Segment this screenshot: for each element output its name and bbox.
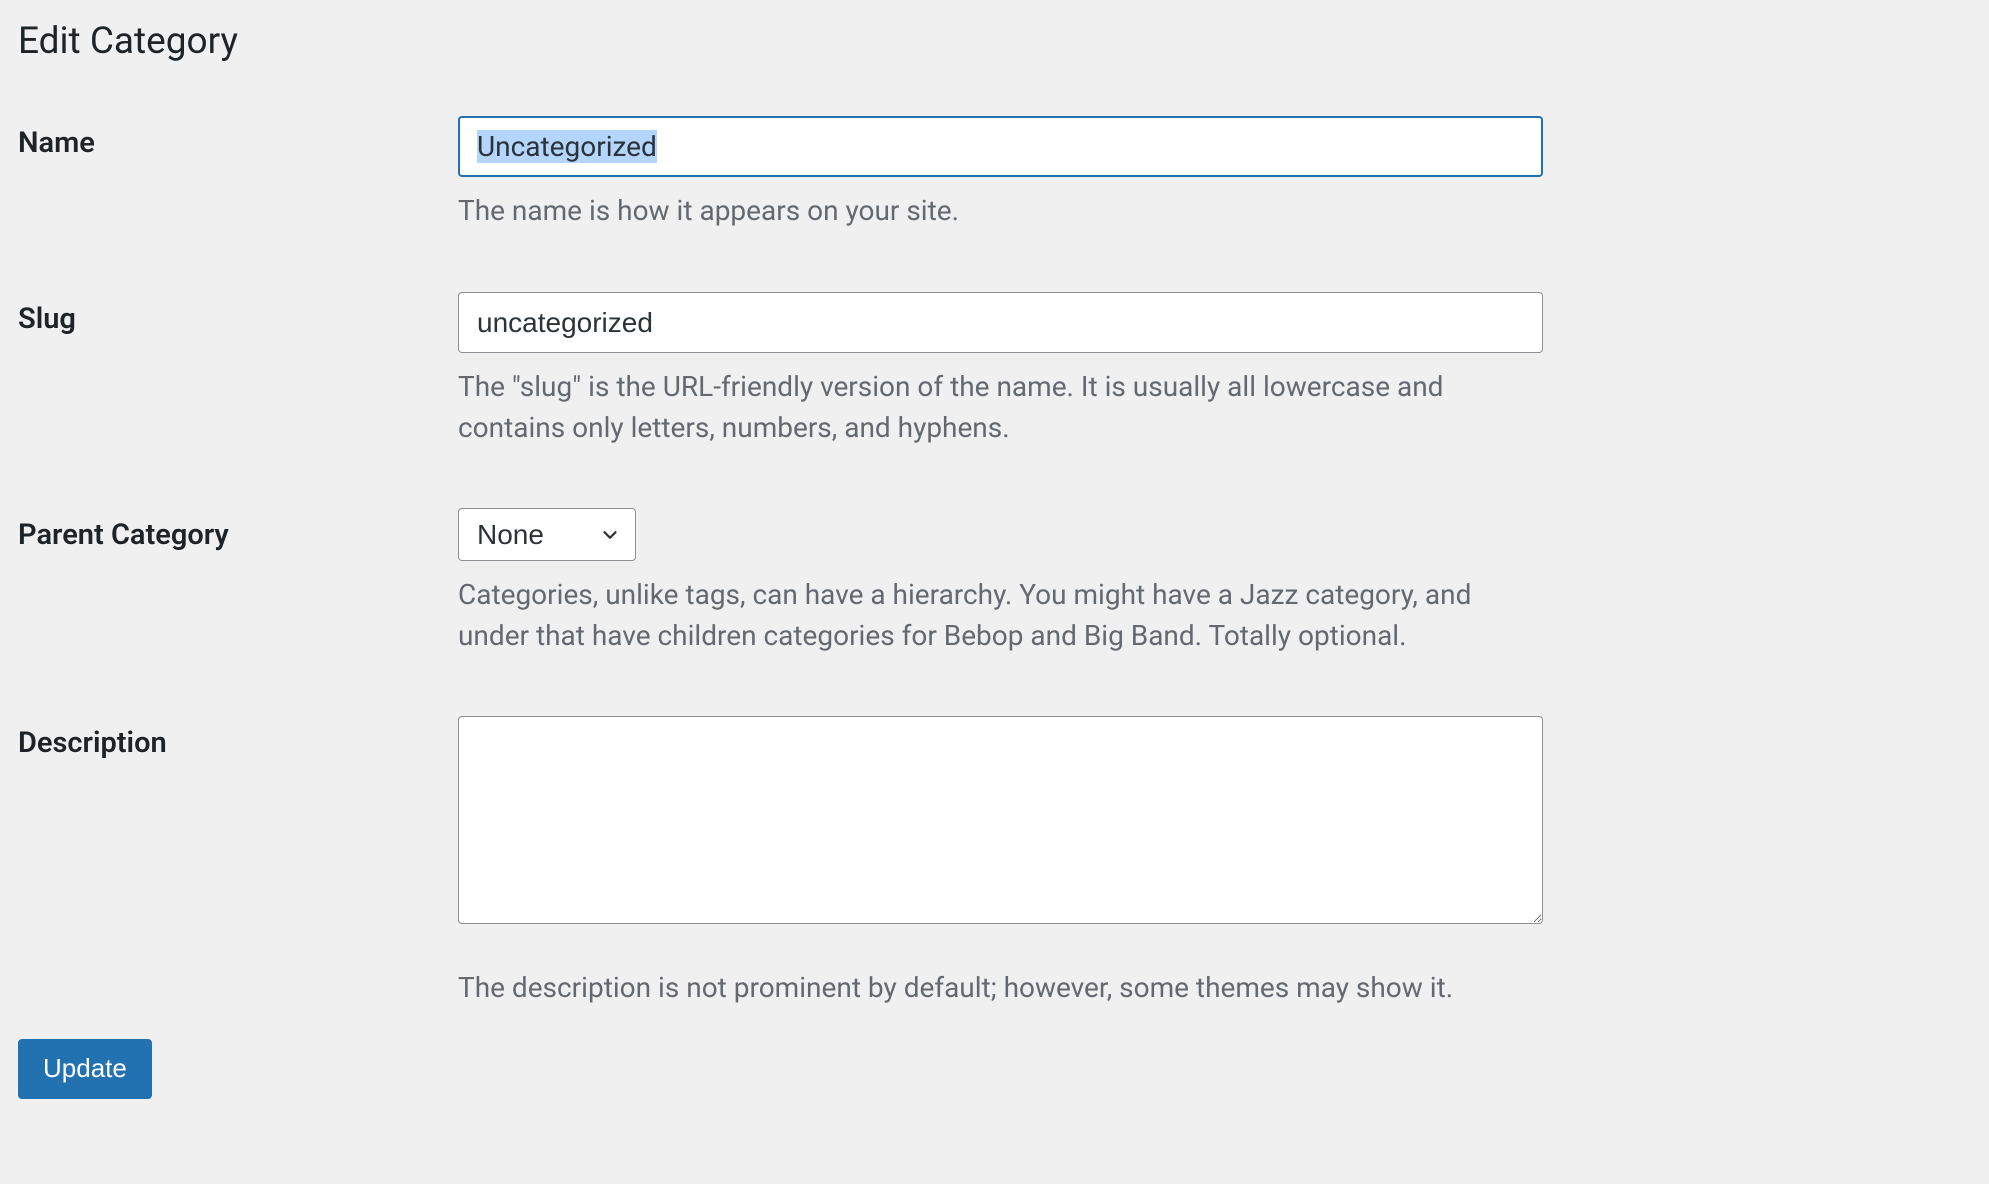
update-button[interactable]: Update: [18, 1039, 152, 1099]
name-input-selection: Uncategorized: [477, 130, 657, 163]
name-row: Name Uncategorized The name is how it ap…: [18, 116, 1971, 232]
page-title: Edit Category: [18, 18, 1971, 66]
submit-row: Update: [18, 1039, 1971, 1099]
edit-category-form: Name Uncategorized The name is how it ap…: [18, 116, 1971, 1099]
name-help-text: The name is how it appears on your site.: [458, 191, 1518, 232]
parent-field-wrapper: None Categories, unlike tags, can have a…: [458, 508, 1543, 656]
slug-label: Slug: [18, 292, 458, 336]
parent-select-wrapper: None: [458, 508, 636, 561]
name-field-wrapper: Uncategorized The name is how it appears…: [458, 116, 1543, 232]
parent-row: Parent Category None Categories, unlike …: [18, 508, 1971, 656]
parent-help-text: Categories, unlike tags, can have a hier…: [458, 575, 1518, 656]
description-help-text: The description is not prominent by defa…: [458, 968, 1518, 1009]
parent-select[interactable]: None: [458, 508, 636, 561]
slug-row: Slug The "slug" is the URL-friendly vers…: [18, 292, 1971, 448]
name-label: Name: [18, 116, 458, 160]
parent-label: Parent Category: [18, 508, 458, 552]
slug-help-text: The "slug" is the URL-friendly version o…: [458, 367, 1518, 448]
description-row: Description The description is not promi…: [18, 716, 1971, 1009]
slug-input[interactable]: [458, 292, 1543, 353]
description-field-wrapper: The description is not prominent by defa…: [458, 716, 1543, 1009]
slug-field-wrapper: The "slug" is the URL-friendly version o…: [458, 292, 1543, 448]
description-label: Description: [18, 716, 458, 760]
name-input[interactable]: Uncategorized: [458, 116, 1543, 177]
description-textarea[interactable]: [458, 716, 1543, 924]
